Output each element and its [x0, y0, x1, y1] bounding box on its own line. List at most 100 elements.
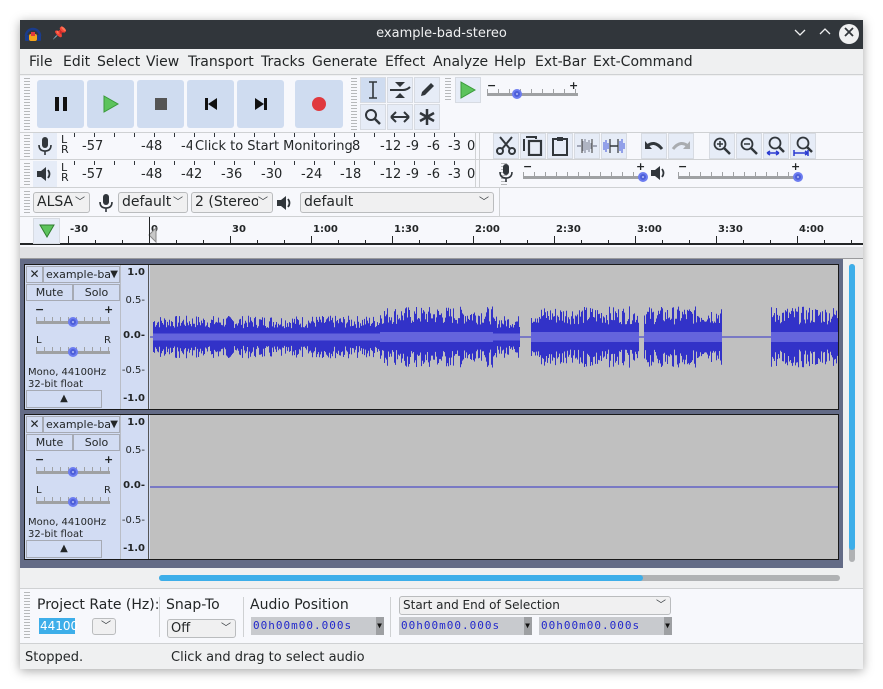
audio-track[interactable]: ✕ example-ba ▼ Mute Solo − + L R Mono, 44…: [24, 264, 839, 410]
device-toolbar-grip[interactable]: [24, 191, 30, 213]
collapse-track-button[interactable]: ▲: [26, 540, 102, 558]
vertical-amplitude-ruler[interactable]: 1.0 0.5- 0.0- -0.5- -1.0: [121, 415, 149, 559]
minimize-button[interactable]: [790, 24, 810, 44]
playback-meter[interactable]: -57 -48 -42 -36 -30 -24 -18 -12 -9 -6 -3…: [74, 167, 475, 183]
selection-start-time[interactable]: 00h00m00.000s ▼: [399, 617, 532, 635]
menu-effect[interactable]: Effect: [385, 54, 425, 70]
collapse-track-button[interactable]: ▲: [26, 390, 102, 408]
maximize-button[interactable]: [815, 24, 835, 44]
waveform-display[interactable]: [150, 415, 838, 559]
skip-to-start-button[interactable]: [187, 80, 234, 128]
track-close-button[interactable]: ✕: [26, 266, 43, 283]
time-format-dropdown-icon[interactable]: ▼: [664, 617, 672, 635]
menu-edit[interactable]: Edit: [63, 54, 90, 70]
fit-project-button[interactable]: [790, 133, 816, 159]
record-volume-slider[interactable]: [523, 176, 643, 179]
speed-slider[interactable]: [487, 93, 578, 96]
audio-position-time[interactable]: 00h00m00.000s ▼: [251, 617, 384, 635]
time-format-dropdown-icon[interactable]: ▼: [376, 617, 384, 635]
copy-button[interactable]: [520, 133, 546, 159]
timeline-ruler[interactable]: -300301:001:302:002:303:003:304:00: [20, 217, 863, 245]
time-format-dropdown-icon[interactable]: ▼: [524, 617, 532, 635]
record-meter-button[interactable]: [33, 133, 57, 159]
draw-tool-button[interactable]: [414, 77, 440, 103]
paste-button[interactable]: [547, 133, 573, 159]
recording-channels-select[interactable]: 2 (Stereo) ﹀: [191, 192, 273, 213]
skip-to-end-button[interactable]: [237, 80, 284, 128]
playback-device-select[interactable]: default ﹀: [300, 192, 494, 213]
gain-slider-thumb[interactable]: [68, 317, 78, 327]
play-button[interactable]: [87, 80, 134, 128]
silence-audio-button[interactable]: [601, 133, 627, 159]
menu-help[interactable]: Help: [494, 54, 526, 70]
menu-tracks[interactable]: Tracks: [261, 54, 305, 70]
undo-button[interactable]: [641, 133, 667, 159]
record-meter[interactable]: -57 -48 -4 Click to Start Monitoring 8 -…: [74, 139, 475, 155]
close-button[interactable]: [839, 24, 859, 44]
playback-volume-thumb[interactable]: [793, 172, 803, 182]
playback-meter-button[interactable]: [33, 161, 57, 187]
project-rate-dropdown[interactable]: ﹀: [92, 618, 116, 635]
menu-select[interactable]: Select: [97, 54, 140, 70]
menu-ext-command[interactable]: Ext-Command: [593, 54, 693, 70]
play-at-speed-button[interactable]: [455, 77, 481, 103]
menu-file[interactable]: File: [29, 54, 52, 70]
magnifier-icon: [365, 109, 381, 125]
track-name-menu[interactable]: example-ba ▼: [43, 416, 120, 433]
mute-button[interactable]: Mute: [26, 434, 73, 451]
stop-button[interactable]: [137, 80, 184, 128]
pan-slider-thumb[interactable]: [68, 497, 78, 507]
vertical-scrollbar-thumb[interactable]: [849, 264, 855, 550]
play-at-speed-grip[interactable]: [445, 78, 451, 102]
snap-to-select[interactable]: Off ﹀: [167, 619, 236, 638]
timeline-options-button[interactable]: [33, 218, 60, 244]
solo-button[interactable]: Solo: [73, 284, 120, 301]
playback-meter-grip[interactable]: [24, 163, 30, 185]
zoom-out-button[interactable]: [736, 133, 762, 159]
chevron-down-icon: ﹀: [479, 197, 489, 208]
tools-toolbar-grip[interactable]: [351, 78, 357, 130]
selection-end-time[interactable]: 00h00m00.000s ▼: [539, 617, 672, 635]
zoom-tool-button[interactable]: [360, 104, 386, 130]
zoom-in-button[interactable]: [709, 133, 735, 159]
record-button[interactable]: [295, 80, 343, 128]
horizontal-scrollbar-thumb[interactable]: [159, 575, 643, 581]
vertical-amplitude-ruler[interactable]: 1.0 0.5- 0.0- -0.5- -1.0: [121, 265, 149, 409]
menu-generate[interactable]: Generate: [312, 54, 377, 70]
mute-button[interactable]: Mute: [26, 284, 73, 301]
solo-button[interactable]: Solo: [73, 434, 120, 451]
pan-slider-thumb[interactable]: [68, 347, 78, 357]
title-bar: 📌 example-bad-stereo: [20, 20, 863, 49]
multi-tool-button[interactable]: [414, 104, 440, 130]
audio-host-select[interactable]: ALSA ﹀: [33, 192, 90, 213]
record-meter-grip[interactable]: [24, 135, 30, 157]
redo-button[interactable]: [668, 133, 694, 159]
selection-mode-select[interactable]: Start and End of Selection ﹀: [399, 596, 671, 615]
waveform-display[interactable]: [150, 265, 838, 409]
start-monitoring-label[interactable]: Click to Start Monitoring: [192, 139, 356, 154]
menu-transport[interactable]: Transport: [188, 54, 254, 70]
selection-toolbar-grip[interactable]: [24, 592, 30, 640]
menu-analyze[interactable]: Analyze: [433, 54, 488, 70]
time-shift-tool-button[interactable]: [387, 104, 413, 130]
record-volume-thumb[interactable]: [638, 172, 648, 182]
menu-ext-bar[interactable]: Ext-Bar: [535, 54, 586, 70]
envelope-tool-button[interactable]: [387, 77, 413, 103]
waveform-segment: [312, 315, 380, 359]
speed-slider-thumb[interactable]: [512, 89, 523, 99]
playback-volume-slider[interactable]: [678, 176, 798, 179]
audio-track[interactable]: ✕ example-ba ▼ Mute Solo − + L R Mono, 44…: [24, 414, 839, 560]
recording-device-select[interactable]: default ﹀: [118, 192, 188, 213]
fit-selection-button[interactable]: [763, 133, 789, 159]
track-close-button[interactable]: ✕: [26, 416, 43, 433]
track-name-menu[interactable]: example-ba ▼: [43, 266, 120, 283]
scale-label: 0.0-: [123, 330, 145, 341]
gain-slider-thumb[interactable]: [68, 467, 78, 477]
selection-tool-button[interactable]: [360, 77, 386, 103]
project-rate-input[interactable]: 44100: [39, 618, 78, 634]
transport-toolbar-grip[interactable]: [24, 78, 30, 130]
cut-button[interactable]: [493, 133, 519, 159]
pause-button[interactable]: [37, 80, 84, 128]
trim-audio-button[interactable]: [574, 133, 600, 159]
menu-view[interactable]: View: [146, 54, 179, 70]
